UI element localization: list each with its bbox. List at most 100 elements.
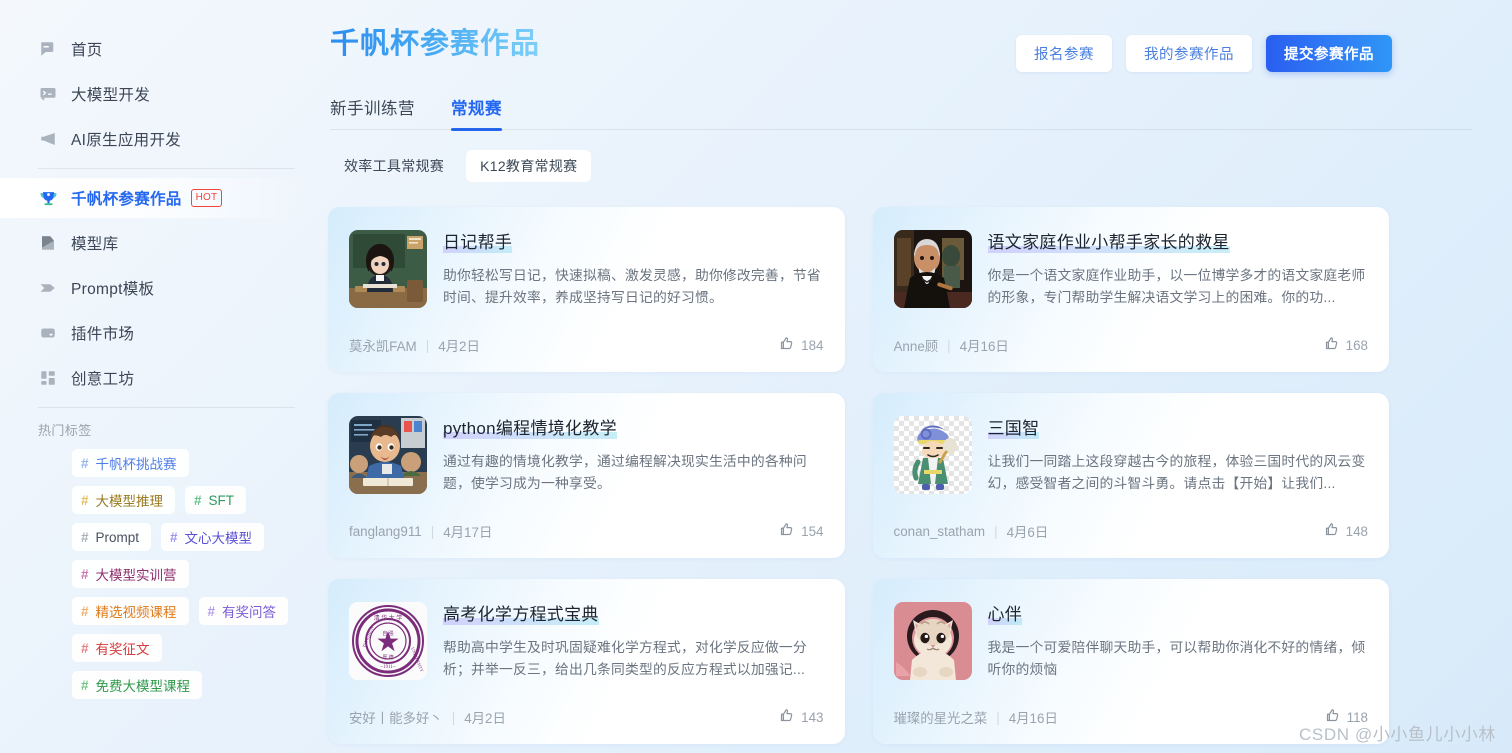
sidebar-item-ai-native-dev[interactable]: AI原生应用开发 [0,119,307,159]
card-text: 日记帮手 助你轻松写日记，快速拟稿、激发灵感，助你修改完善，节省时间、提升效率，… [443,230,825,309]
card-author: 璀璨的星光之菜 [893,711,988,726]
hash-icon: # [81,455,89,471]
sidebar-item-model-dev[interactable]: 大模型开发 [0,74,307,114]
hash-icon: # [194,492,202,508]
card-meta: 璀璨的星光之菜 | 4月16日 [894,707,1058,727]
sidebar-item-home[interactable]: 首页 [0,29,307,69]
meta-separator: | [947,337,951,353]
hash-icon: # [81,640,89,656]
card-title[interactable]: 语文家庭作业小帮手家长的救星 [987,233,1230,253]
card-like-count: 118 [1346,709,1368,725]
register-contest-button[interactable]: 报名参赛 [1016,35,1112,72]
card-title[interactable]: 日记帮手 [443,233,513,253]
sidebar-item-label: 模型库 [71,236,119,253]
card-author: Anne顾 [893,339,939,354]
entry-card[interactable]: 日记帮手 助你轻松写日记，快速拟稿、激发灵感，助你修改完善，节省时间、提升效率，… [328,207,845,372]
svg-text:厚 德: 厚 德 [382,654,393,661]
card-likes[interactable]: 148 [1324,522,1368,540]
tag-item[interactable]: # 精选视频课程 [72,597,189,625]
card-description: 帮助高中学生及时巩固疑难化学方程式，对化学反应做一分析；并举一反三，给出几条同类… [443,639,807,677]
sidebar-item-creative-workshop[interactable]: 创意工坊 [0,358,307,398]
creative-workshop-icon [38,368,58,388]
tab-regular-contest[interactable]: 常规赛 [451,95,502,131]
hash-icon: # [170,529,178,545]
card-body: python编程情境化教学 通过有趣的情境化教学，通过编程解决现实生活中的各种问… [349,416,825,495]
tag-item[interactable]: # 有奖问答 [198,597,289,625]
tag-item[interactable]: # 免费大模型课程 [72,671,203,699]
card-footer: fanglang911 | 4月17日 154 [349,521,824,541]
sidebar-item-prompt-template[interactable]: Prompt模板 [0,268,307,308]
meta-separator: | [996,709,1000,725]
home-flag-icon [38,39,58,59]
entry-card[interactable]: python编程情境化教学 通过有趣的情境化教学，通过编程解决现实生活中的各种问… [328,393,845,558]
tag-item[interactable]: # 有奖征文 [72,634,162,662]
card-meta: 安好丨能多好丶 | 4月2日 [349,707,506,727]
card-title[interactable]: 心伴 [987,605,1023,625]
sidebar-item-label: 千帆杯参赛作品 [71,191,182,208]
card-date: 4月2日 [464,711,506,726]
card-footer: Anne顾 | 4月16日 168 [893,335,1368,355]
tag-item[interactable]: # 大模型推理 [72,486,176,514]
card-author: 安好丨能多好丶 [349,711,443,726]
card-text: python编程情境化教学 通过有趣的情境化教学，通过编程解决现实生活中的各种问… [443,416,825,495]
card-text: 心伴 我是一个可爱陪伴聊天助手，可以帮助你消化不好的情绪，倾听你的烦恼 [987,602,1370,681]
my-entries-button[interactable]: 我的参赛作品 [1126,35,1252,72]
svg-text:~1911~: ~1911~ [380,665,396,670]
university-emblem-avatar: 清 华 大 学 ~1911~ TSINGHUA UNIVERSITY 自 强 厚… [349,602,427,680]
tag-item[interactable]: # 大模型实训营 [72,560,189,588]
ancient-strategist-chibi-avatar [893,416,972,494]
card-likes[interactable]: 184 [779,336,824,354]
prompt-template-icon [38,278,58,298]
tab-newbie-camp[interactable]: 新手训练营 [330,95,415,119]
page-header: 千帆杯参赛作品 报名参赛 我的参赛作品 提交参赛作品 [325,0,1392,72]
card-likes[interactable]: 168 [1324,336,1368,354]
tag-item[interactable]: # 文心大模型 [161,523,265,551]
sidebar-item-model-library[interactable]: 模型库 [0,223,307,263]
sidebar-item-label: Prompt模板 [71,281,155,298]
card-likes[interactable]: 118 [1325,708,1368,726]
tag-item[interactable]: # SFT [185,486,247,514]
sidebar-item-plugin-market[interactable]: 插件市场 [0,313,307,353]
card-author: 莫永凯FAM [349,339,417,354]
sidebar-item-label: 首页 [71,42,103,59]
hash-icon: # [81,492,89,508]
card-body: 日记帮手 助你轻松写日记，快速拟稿、激发灵感，助你修改完善，节省时间、提升效率，… [349,230,825,309]
card-likes[interactable]: 154 [779,522,824,540]
page-title: 千帆杯参赛作品 [330,28,541,60]
card-meta: fanglang911 | 4月17日 [349,521,492,541]
tag-label: 千帆杯挑战赛 [95,457,177,472]
meta-separator: | [430,523,435,539]
entry-card[interactable]: 三国智 让我们一同踏上这段穿越古今的旅程，体验三国时代的风云变幻，感受智者之间的… [873,393,1390,558]
card-date: 4月6日 [1006,525,1049,540]
sidebar-item-label: 插件市场 [71,326,135,343]
tag-label: 大模型实训营 [95,568,177,583]
entry-card[interactable]: 清 华 大 学 ~1911~ TSINGHUA UNIVERSITY 自 强 厚… [328,579,845,744]
tag-label: 文心大模型 [184,531,253,546]
card-text: 高考化学方程式宝典 帮助高中学生及时巩固疑难化学方程式，对化学反应做一分析；并举… [443,602,825,681]
subtab-efficiency-tools[interactable]: 效率工具常规赛 [330,150,458,182]
sidebar-divider-2 [38,407,295,408]
svg-text:自 强: 自 强 [382,630,393,637]
submit-entry-button[interactable]: 提交参赛作品 [1266,35,1392,72]
card-like-count: 168 [1345,337,1368,353]
tag-item[interactable]: # 千帆杯挑战赛 [72,449,189,477]
sidebar-divider [38,168,295,169]
card-date: 4月16日 [959,339,1009,354]
subtab-k12-education[interactable]: K12教育常规赛 [466,150,592,182]
card-title[interactable]: python编程情境化教学 [443,419,617,439]
sidebar-item-qianfan-cup[interactable]: 千帆杯参赛作品 HOT [0,178,307,218]
entry-card[interactable]: 心伴 我是一个可爱陪伴聊天助手，可以帮助你消化不好的情绪，倾听你的烦恼 璀璨的星… [873,579,1390,744]
card-likes[interactable]: 143 [779,708,824,726]
card-text: 语文家庭作业小帮手家长的救星 你是一个语文家庭作业助手，以一位博学多才的语文家庭… [987,230,1370,309]
card-footer: 璀璨的星光之菜 | 4月16日 118 [894,707,1368,727]
meta-separator: | [425,337,430,353]
meta-separator: | [994,523,998,539]
card-meta: 莫永凯FAM | 4月2日 [349,335,480,355]
card-title[interactable]: 三国智 [987,419,1040,439]
entry-card[interactable]: 语文家庭作业小帮手家长的救星 你是一个语文家庭作业助手，以一位博学多才的语文家庭… [873,207,1390,372]
thumbs-up-icon [1324,522,1339,540]
card-footer: 莫永凯FAM | 4月2日 184 [349,335,824,355]
plugin-market-icon [38,323,58,343]
tag-item[interactable]: # Prompt [72,523,152,551]
card-title[interactable]: 高考化学方程式宝典 [443,605,599,625]
